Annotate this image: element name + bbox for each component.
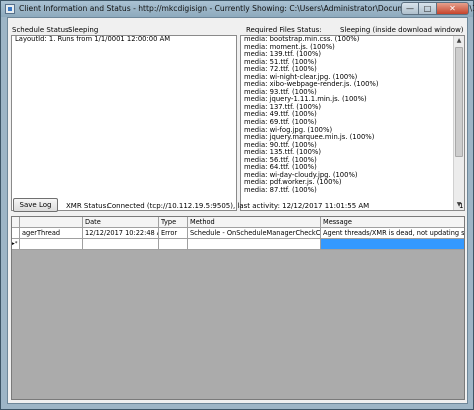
- message-cell[interactable]: Agent threads/XMR is dead, not updating …: [321, 228, 464, 239]
- column-header-date[interactable]: Date: [83, 217, 159, 228]
- column-header-thread[interactable]: [20, 217, 83, 228]
- new-row-thread-cell[interactable]: [20, 239, 83, 250]
- save-log-button[interactable]: Save Log: [13, 198, 58, 212]
- date-cell[interactable]: 12/12/2017 10:22:48 AM: [83, 228, 159, 239]
- main-window: Client Information and Status - http://m…: [0, 0, 474, 410]
- column-header-message[interactable]: Message: [321, 217, 464, 228]
- schedule-list-item: LayoutId: 1. Runs from 1/1/0001 12:00:00…: [15, 35, 171, 43]
- log-grid[interactable]: Date Type Method Message agerThread 12/1…: [11, 216, 465, 400]
- client-area: Schedule Status: Sleeping LayoutId: 1. R…: [7, 17, 468, 404]
- schedule-status-value: Sleeping: [68, 26, 99, 34]
- thread-cell[interactable]: agerThread: [20, 228, 83, 239]
- method-cell[interactable]: Schedule - OnScheduleManagerCheckComplet…: [188, 228, 321, 239]
- grid-header-row: Date Type Method Message: [12, 217, 464, 228]
- required-files-list[interactable]: media: bootstrap.min.css. (100%) media: m…: [240, 35, 465, 211]
- required-file-item: media: 87.ttf. (100%): [244, 185, 317, 194]
- new-row-message-cell[interactable]: [321, 239, 464, 250]
- new-row[interactable]: ▸*: [12, 239, 464, 250]
- required-files-label: Required Files Status:: [246, 26, 322, 34]
- column-header-type[interactable]: Type: [159, 217, 188, 228]
- minimize-button[interactable]: —: [401, 2, 419, 15]
- title-bar[interactable]: Client Information and Status - http://m…: [1, 1, 474, 17]
- status-count: 1: [459, 202, 464, 210]
- column-header-method[interactable]: Method: [188, 217, 321, 228]
- required-files-status: Sleeping (inside download window): [340, 26, 464, 34]
- row-header-corner: [12, 217, 20, 228]
- row-header[interactable]: [12, 228, 20, 239]
- maximize-button[interactable]: □: [419, 2, 437, 15]
- new-row-method-cell[interactable]: [188, 239, 321, 250]
- new-row-icon[interactable]: ▸*: [12, 239, 20, 250]
- new-row-date-cell[interactable]: [83, 239, 159, 250]
- app-icon: [5, 4, 15, 14]
- type-cell[interactable]: Error: [159, 228, 188, 239]
- new-row-type-cell[interactable]: [159, 239, 188, 250]
- close-button[interactable]: ✕: [437, 2, 469, 15]
- schedule-status-label: Schedule Status:: [12, 26, 72, 34]
- scroll-up-arrow-icon[interactable]: ▲: [454, 36, 464, 46]
- xmr-status-label: XMR Status:: [66, 202, 109, 210]
- scrollbar-thumb[interactable]: [455, 47, 463, 157]
- files-scrollbar[interactable]: ▲ ▼: [453, 36, 464, 210]
- table-row[interactable]: agerThread 12/12/2017 10:22:48 AM Error …: [12, 228, 464, 239]
- window-controls: — □ ✕: [401, 2, 469, 15]
- schedule-list[interactable]: LayoutId: 1. Runs from 1/1/0001 12:00:00…: [11, 35, 237, 211]
- xmr-status-value: Connected (tcp://10.112.19.5:9505), last…: [107, 202, 370, 210]
